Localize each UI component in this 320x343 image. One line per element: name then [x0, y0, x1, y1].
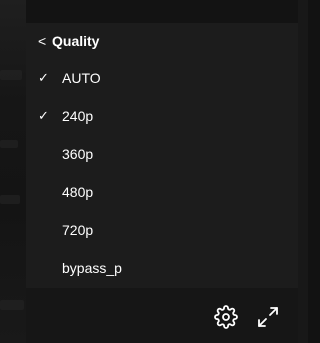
- quality-option-label: 360p: [62, 146, 94, 162]
- player-control-bar: [26, 288, 298, 343]
- quality-menu-header[interactable]: < Quality: [38, 23, 99, 59]
- check-icon: ✓: [38, 70, 49, 85]
- quality-option-label: 480p: [62, 184, 94, 200]
- backdrop-blur: [0, 195, 20, 204]
- quality-option-auto[interactable]: ✓ AUTO: [26, 59, 298, 97]
- quality-option-label: 240p: [62, 108, 94, 124]
- backdrop-blur: [0, 140, 18, 148]
- menu-title: Quality: [52, 33, 100, 49]
- fullscreen-button[interactable]: [254, 303, 282, 331]
- expand-icon: [258, 307, 278, 327]
- quality-option-240p[interactable]: ✓ 240p: [26, 97, 298, 135]
- gear-icon: [214, 305, 238, 329]
- settings-button[interactable]: [212, 303, 240, 331]
- video-backdrop-top: [26, 0, 298, 23]
- backdrop-blur: [0, 300, 24, 310]
- quality-option-label: AUTO: [62, 70, 101, 86]
- video-backdrop-right: [298, 0, 308, 343]
- video-backdrop-left: [0, 0, 26, 343]
- quality-option-720p[interactable]: 720p: [26, 211, 298, 249]
- quality-option-480p[interactable]: 480p: [26, 173, 298, 211]
- quality-option-360p[interactable]: 360p: [26, 135, 298, 173]
- quality-option-label: bypass_p: [62, 260, 122, 276]
- quality-menu: < Quality ✓ AUTO ✓ 240p 360p 480p 720p b…: [26, 23, 298, 288]
- backdrop-blur: [0, 70, 22, 80]
- quality-option-bypass[interactable]: bypass_p: [26, 249, 298, 287]
- back-icon[interactable]: <: [38, 33, 50, 49]
- check-icon: ✓: [38, 108, 49, 123]
- quality-option-label: 720p: [62, 222, 94, 238]
